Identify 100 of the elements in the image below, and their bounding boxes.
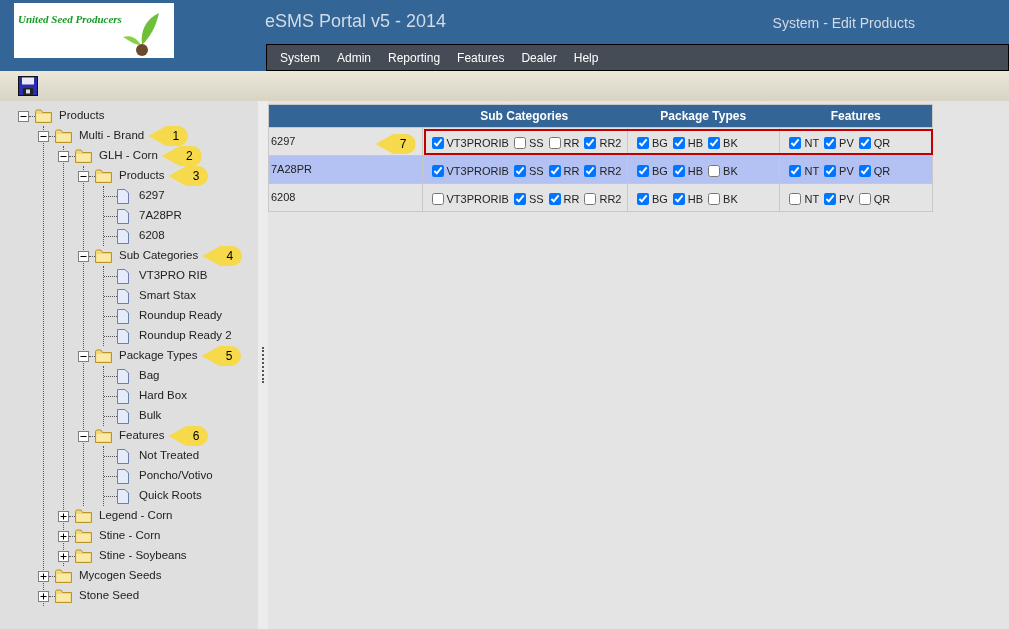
tree-item[interactable]: Smart Stax bbox=[139, 287, 196, 305]
checkbox[interactable] bbox=[636, 165, 649, 177]
checkbox[interactable] bbox=[672, 165, 685, 177]
menu-item[interactable]: Features bbox=[457, 48, 505, 67]
checkbox-label: BK bbox=[723, 135, 738, 151]
folder-icon bbox=[95, 169, 112, 183]
tree-item[interactable]: Sub Categories bbox=[119, 247, 199, 265]
collapse-icon[interactable] bbox=[78, 350, 89, 362]
expand-icon[interactable] bbox=[38, 590, 49, 602]
menu-item[interactable]: Admin bbox=[337, 48, 372, 67]
collapse-icon[interactable] bbox=[18, 110, 29, 122]
tree-item[interactable]: Roundup Ready bbox=[139, 307, 223, 325]
checkbox-label: PV bbox=[839, 191, 854, 207]
tree-item[interactable]: Not Treated bbox=[139, 447, 200, 465]
checkbox-label: VT3PRORIB bbox=[446, 163, 509, 179]
tree-item[interactable]: Poncho/Votivo bbox=[139, 467, 213, 485]
menu-item[interactable]: Help bbox=[573, 48, 599, 67]
tree-item[interactable]: Stine - Corn bbox=[99, 527, 161, 545]
document-icon bbox=[117, 468, 129, 484]
tree-item[interactable]: Quick Roots bbox=[139, 487, 202, 505]
expand-icon[interactable] bbox=[38, 570, 49, 582]
tree-item[interactable]: Bag bbox=[139, 367, 160, 385]
collapse-icon[interactable] bbox=[38, 130, 49, 142]
checkbox[interactable] bbox=[708, 137, 721, 149]
checkbox[interactable] bbox=[431, 193, 444, 205]
checkbox[interactable] bbox=[584, 193, 597, 205]
expand-icon[interactable] bbox=[58, 510, 69, 522]
tree-item[interactable]: Stine - Soybeans bbox=[99, 547, 187, 565]
checkbox[interactable] bbox=[513, 137, 526, 149]
menu-item[interactable]: Reporting bbox=[388, 48, 441, 67]
checkbox[interactable] bbox=[824, 137, 837, 149]
tree-item[interactable]: Bulk bbox=[139, 407, 162, 425]
folder-icon bbox=[55, 589, 72, 603]
tree-item[interactable]: VT3PRO RIB bbox=[139, 267, 208, 285]
checkbox[interactable] bbox=[708, 193, 721, 205]
tree-item[interactable]: Multi - Brand bbox=[79, 127, 145, 145]
checkbox-label: PV bbox=[839, 135, 854, 151]
checkbox-label: RR bbox=[563, 163, 580, 179]
checkbox-label: RR bbox=[563, 135, 580, 151]
checkbox-label: BG bbox=[651, 191, 668, 207]
tree-item[interactable]: Mycogen Seeds bbox=[79, 567, 162, 585]
column-header: Package Types bbox=[659, 108, 748, 125]
tree-item[interactable]: Products bbox=[59, 107, 105, 125]
checkbox[interactable] bbox=[431, 137, 444, 149]
checkbox[interactable] bbox=[513, 165, 526, 177]
collapse-icon[interactable] bbox=[58, 150, 69, 162]
tree-item[interactable]: 6297 bbox=[139, 187, 165, 205]
collapse-icon[interactable] bbox=[78, 250, 89, 262]
save-icon[interactable] bbox=[18, 76, 38, 96]
checkbox[interactable] bbox=[824, 165, 837, 177]
checkbox-label: BG bbox=[651, 135, 668, 151]
document-icon bbox=[117, 328, 129, 344]
checkbox[interactable] bbox=[431, 165, 444, 177]
folder-icon bbox=[95, 249, 112, 263]
tree-item[interactable]: Features bbox=[119, 427, 165, 445]
document-icon bbox=[117, 408, 129, 424]
checkbox[interactable] bbox=[548, 137, 561, 149]
expand-icon[interactable] bbox=[58, 530, 69, 542]
checkbox[interactable] bbox=[584, 137, 597, 149]
tree-item[interactable]: Roundup Ready 2 bbox=[139, 327, 232, 345]
tree-item[interactable]: GLH - Corn bbox=[99, 147, 158, 165]
checkbox[interactable] bbox=[858, 137, 871, 149]
checkbox[interactable] bbox=[548, 165, 561, 177]
menu-item[interactable]: Dealer bbox=[521, 48, 557, 67]
tree-item[interactable]: 6208 bbox=[139, 227, 165, 245]
folder-icon bbox=[75, 149, 92, 163]
checkbox[interactable] bbox=[584, 165, 597, 177]
checkbox[interactable] bbox=[858, 165, 871, 177]
checkbox[interactable] bbox=[636, 193, 649, 205]
tree-item[interactable]: Hard Box bbox=[139, 387, 187, 405]
document-icon bbox=[117, 268, 129, 284]
checkbox[interactable] bbox=[636, 137, 649, 149]
menu-item[interactable]: System bbox=[280, 48, 320, 67]
checkbox[interactable] bbox=[858, 193, 871, 205]
tree-item[interactable]: Legend - Corn bbox=[99, 507, 173, 525]
collapse-icon[interactable] bbox=[78, 430, 89, 442]
document-icon bbox=[117, 448, 129, 464]
checkbox[interactable] bbox=[789, 165, 802, 177]
tree-item[interactable]: Package Types bbox=[119, 347, 198, 365]
checkbox[interactable] bbox=[708, 165, 721, 177]
tree-item[interactable]: Products bbox=[119, 167, 165, 185]
checkbox[interactable] bbox=[548, 193, 561, 205]
checkbox[interactable] bbox=[789, 137, 802, 149]
document-icon bbox=[117, 368, 129, 384]
checkbox-label: BK bbox=[723, 191, 738, 207]
folder-icon bbox=[35, 109, 52, 123]
checkbox[interactable] bbox=[513, 193, 526, 205]
collapse-icon[interactable] bbox=[78, 170, 89, 182]
folder-icon bbox=[55, 129, 72, 143]
tree-item[interactable]: 7A28PR bbox=[139, 207, 182, 225]
expand-icon[interactable] bbox=[58, 550, 69, 562]
checkbox-label: HB bbox=[687, 135, 704, 151]
checkbox[interactable] bbox=[824, 193, 837, 205]
checkbox-label: SS bbox=[528, 191, 544, 207]
tree-item[interactable]: Stone Seed bbox=[79, 587, 140, 605]
document-icon bbox=[117, 188, 129, 204]
folder-icon bbox=[95, 429, 112, 443]
checkbox[interactable] bbox=[789, 193, 802, 205]
checkbox[interactable] bbox=[672, 137, 685, 149]
checkbox[interactable] bbox=[672, 193, 685, 205]
